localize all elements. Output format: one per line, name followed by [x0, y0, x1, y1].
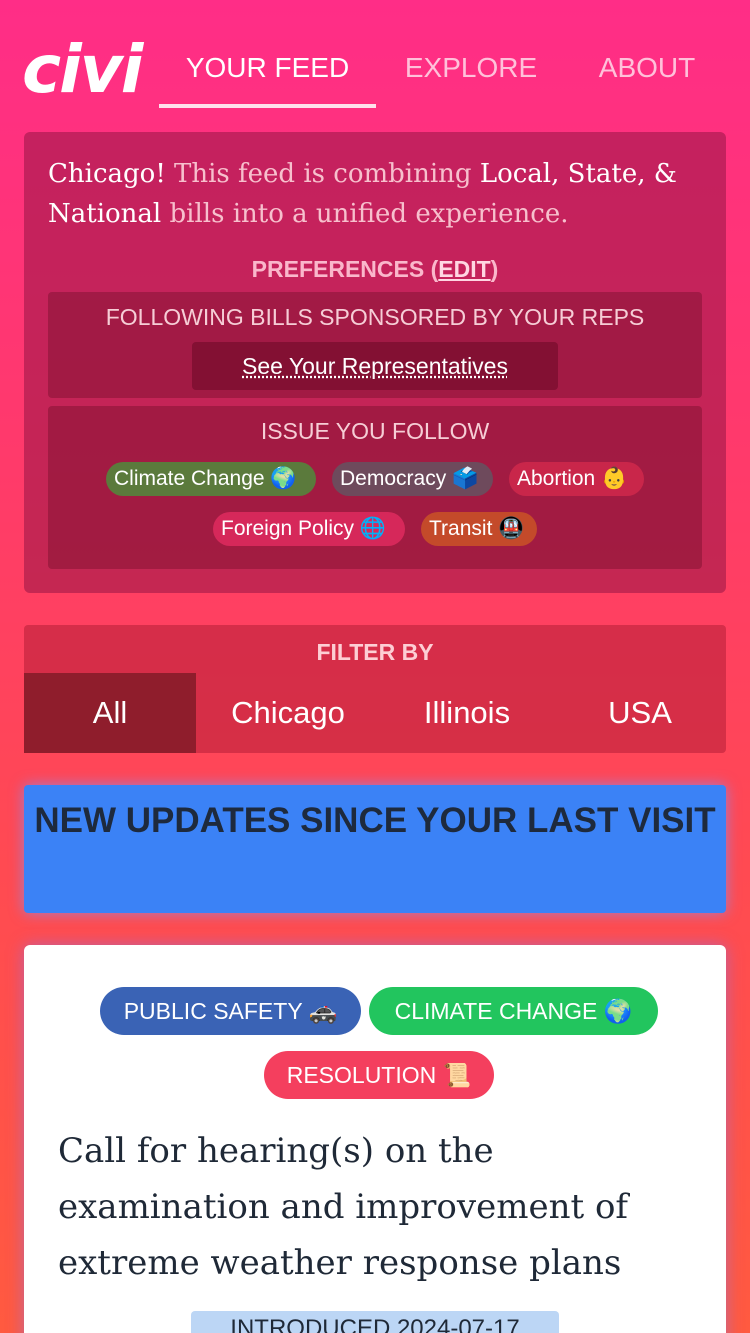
issues-box: ISSUE YOU FOLLOW Climate Change 🌍 Democr… — [48, 406, 702, 569]
filter-chicago[interactable]: Chicago — [200, 673, 376, 753]
tab-your-feed[interactable]: YOUR FEED — [159, 48, 376, 108]
filter-title: FILTER BY — [316, 639, 434, 665]
bill-card[interactable]: PUBLIC SAFETY 🚓 CLIMATE CHANGE 🌍 RESOLUT… — [24, 945, 726, 1333]
filter-illinois[interactable]: Illinois — [378, 673, 556, 753]
issue-chip-transit[interactable]: Transit 🚇 — [421, 512, 537, 546]
tab-about[interactable]: ABOUT — [586, 48, 708, 108]
filter-bar: FILTER BY All Chicago Illinois USA — [24, 625, 726, 753]
preferences-card: Chicago! This feed is combining Local, S… — [24, 132, 726, 593]
reps-box: FOLLOWING BILLS SPONSORED BY YOUR REPS S… — [48, 292, 702, 398]
tab-explore[interactable]: EXPLORE — [396, 48, 546, 108]
feed-intro-text: Chicago! This feed is combining Local, S… — [48, 154, 688, 234]
filter-usa[interactable]: USA — [554, 673, 726, 753]
new-updates-banner[interactable]: NEW UPDATES SINCE YOUR LAST VISIT — [24, 785, 726, 913]
top-nav: civi YOUR FEED EXPLORE ABOUT — [0, 0, 750, 120]
bill-status-badge: INTRODUCED 2024-07-17 — [191, 1311, 559, 1333]
edit-preferences-link[interactable]: EDIT — [438, 256, 490, 282]
tag-public-safety[interactable]: PUBLIC SAFETY 🚓 — [100, 987, 361, 1035]
issues-box-title: ISSUE YOU FOLLOW — [260, 418, 490, 444]
intro-text-1: This feed is combining — [165, 159, 480, 189]
issue-chip-democracy[interactable]: Democracy 🗳️ — [332, 462, 493, 496]
issue-chip-climate-change[interactable]: Climate Change 🌍 — [106, 462, 316, 496]
intro-text-2: bills into a unified experience. — [161, 199, 569, 229]
filter-all[interactable]: All — [24, 673, 196, 753]
issue-chip-abortion[interactable]: Abortion 👶 — [509, 462, 644, 496]
see-representatives-button[interactable]: See Your Representatives — [192, 342, 558, 390]
tag-resolution[interactable]: RESOLUTION 📜 — [264, 1051, 494, 1099]
intro-city: Chicago! — [48, 159, 166, 189]
civi-logo[interactable]: civi — [22, 30, 143, 110]
tag-climate-change[interactable]: CLIMATE CHANGE 🌍 — [369, 987, 658, 1035]
preferences-heading: PREFERENCES (EDIT) — [251, 256, 499, 282]
bill-title[interactable]: Call for hearing(s) on the examination a… — [58, 1123, 708, 1291]
issue-chip-foreign-policy[interactable]: Foreign Policy 🌐 — [213, 512, 405, 546]
preferences-label: PREFERENCES — [251, 256, 425, 282]
reps-box-title: FOLLOWING BILLS SPONSORED BY YOUR REPS — [105, 304, 645, 330]
